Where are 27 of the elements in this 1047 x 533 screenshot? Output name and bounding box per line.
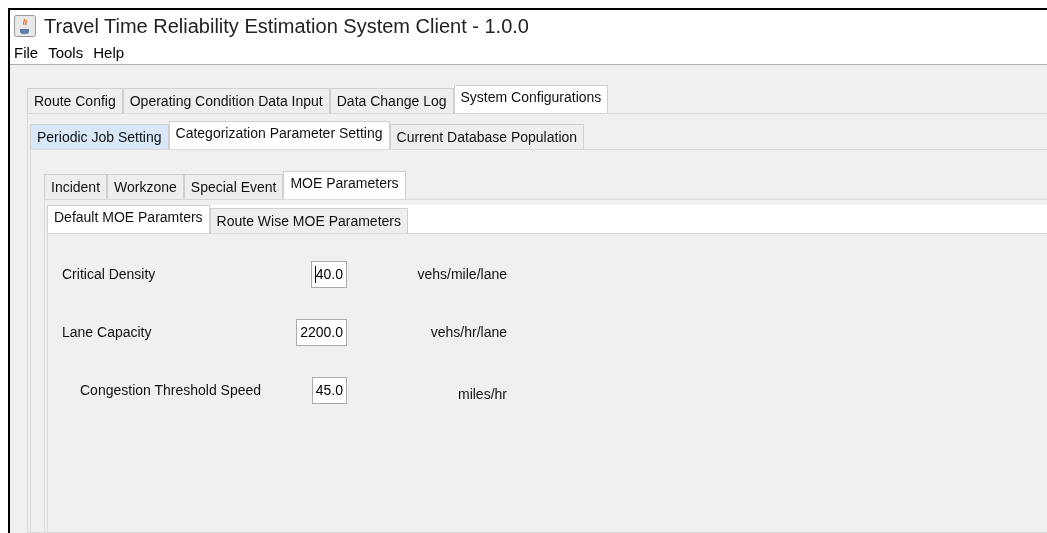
tab[interactable]: Current Database Population: [389, 124, 585, 149]
field-label: Congestion Threshold Speed: [80, 380, 262, 400]
unit-label: miles/hr: [458, 384, 507, 404]
field-label: Lane Capacity: [62, 322, 152, 342]
menu-item[interactable]: Tools: [46, 41, 86, 64]
tab[interactable]: Categorization Parameter Setting: [168, 121, 390, 149]
tab[interactable]: System Configurations: [453, 85, 609, 113]
window-title: Travel Time Reliability Estimation System Client - 1.0.0: [44, 13, 529, 39]
tab[interactable]: Special Event: [183, 174, 284, 199]
input-field[interactable]: 2200.0: [296, 318, 347, 346]
app-icon: [14, 14, 36, 37]
tab[interactable]: Route Config: [27, 88, 123, 113]
tab[interactable]: Periodic Job Setting: [30, 124, 169, 149]
tab[interactable]: Operating Condition Data Input: [122, 88, 330, 113]
tab[interactable]: MOE Parameters: [283, 171, 406, 199]
menu-item[interactable]: File: [12, 41, 41, 64]
unit-label: vehs/mile/lane: [417, 264, 507, 284]
tab[interactable]: Default MOE Paramters: [47, 205, 210, 233]
tab[interactable]: Data Change Log: [329, 88, 454, 113]
input-field[interactable]: 45.0: [311, 376, 347, 404]
tab[interactable]: Incident: [44, 174, 108, 199]
unit-label: vehs/hr/lane: [430, 322, 507, 342]
tab[interactable]: Workzone: [107, 174, 184, 199]
tab[interactable]: Route Wise MOE Parameters: [209, 208, 408, 233]
menu-item[interactable]: Help: [91, 41, 127, 64]
input-field[interactable]: 40.0: [310, 260, 347, 288]
field-label: Critical Density: [62, 264, 156, 284]
